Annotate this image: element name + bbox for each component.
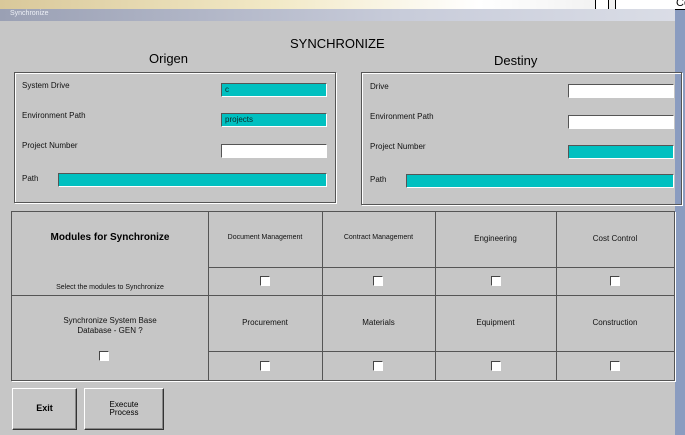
origin-group: System Drive c Environment Path projects… [14,72,336,203]
modules-title: Modules for Synchronize [50,232,170,243]
execute-process-button[interactable]: Execute Process [84,388,164,430]
destiny-heading: Destiny [494,53,538,68]
destiny-project-number-label: Project Number [370,142,426,151]
destiny-project-number-field[interactable] [568,145,674,159]
module-label-engineering: Engineering [474,234,517,243]
project-number-label: Project Number [22,141,78,150]
destiny-group: Drive Environment Path Project Number Pa… [361,72,682,205]
main-heading: SYNCHRONIZE [290,36,385,51]
origin-heading: Origen [149,51,189,66]
gen-label-line1: Synchronize System Base [63,316,157,325]
exit-button[interactable]: Exit [12,388,77,430]
drive-label: Drive [370,82,389,91]
destiny-path-label: Path [370,175,387,184]
materials-checkbox[interactable] [373,361,383,371]
document-management-checkbox[interactable] [260,276,270,286]
equipment-checkbox[interactable] [491,361,501,371]
window-title: Synchronize [10,10,49,17]
grid-divider [208,351,674,352]
module-label-procurement: Procurement [242,318,288,327]
module-label-construction: Construction [592,318,638,327]
module-label-materials: Materials [362,318,395,327]
gen-label-line2: Database - GEN ? [77,326,143,335]
path-label: Path [22,174,39,183]
environment-path-label: Environment Path [22,111,86,120]
module-label-equipment: Equipment [476,318,515,327]
module-label-contract-management: Contract Management [343,234,414,241]
engineering-checkbox[interactable] [491,276,501,286]
destiny-environment-path-label: Environment Path [370,112,434,121]
synchronize-dialog: SYNCHRONIZE Origen Destiny System Drive … [0,21,682,435]
construction-checkbox[interactable] [610,361,620,371]
grid-divider [208,267,674,268]
modules-grid: Modules for Synchronize Select the modul… [11,211,675,381]
module-label-cost-control: Cost Control [592,234,638,243]
select-modules-label: Select the modules to Synchronize [56,284,164,291]
system-drive-label: System Drive [22,81,70,90]
desktop-corner-text: Co [676,0,685,9]
system-drive-field[interactable]: c [221,83,327,97]
grid-divider [12,295,674,296]
project-number-field[interactable] [221,144,327,158]
contract-management-checkbox[interactable] [373,276,383,286]
procurement-checkbox[interactable] [260,361,270,371]
drive-field[interactable] [568,84,674,98]
execute-label-line2: Process [109,408,139,417]
destiny-environment-path-field[interactable] [568,115,674,129]
cost-control-checkbox[interactable] [610,276,620,286]
destiny-path-field[interactable] [406,174,674,188]
exit-button-label: Exit [36,403,53,414]
path-field[interactable] [58,173,327,187]
title-bar[interactable]: Synchronize [0,9,675,21]
environment-path-field[interactable]: projects [221,113,327,127]
desktop-background [0,0,685,9]
gen-checkbox[interactable] [99,351,109,361]
module-label-document-management: Document Management [227,234,303,241]
